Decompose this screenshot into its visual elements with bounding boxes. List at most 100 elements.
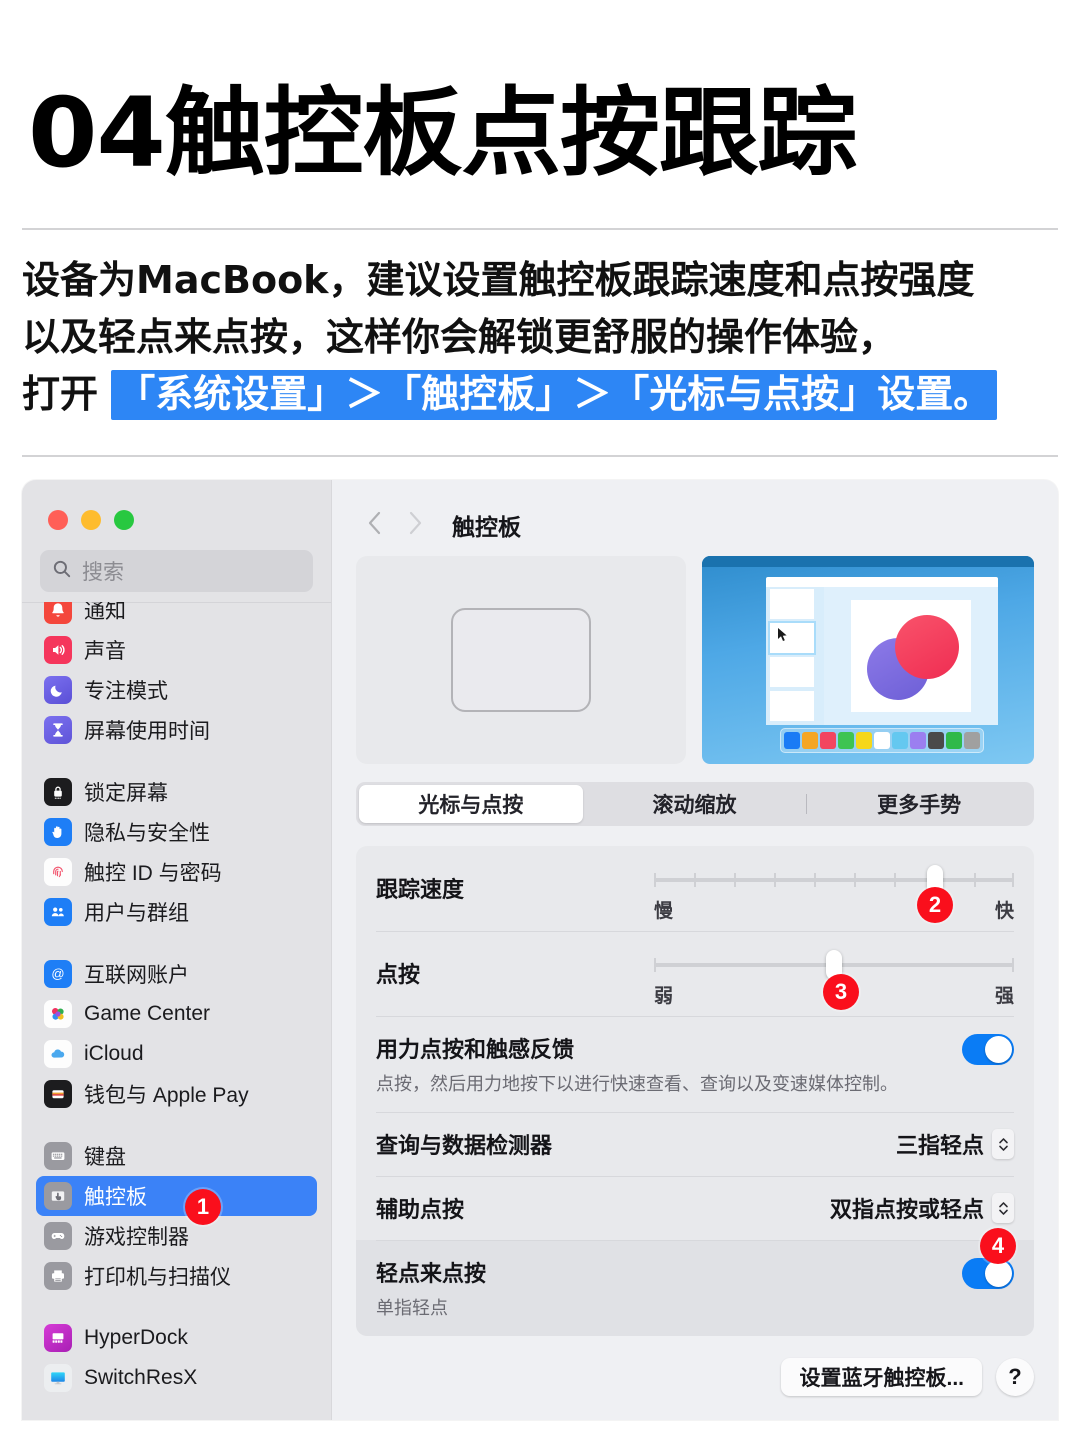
- poster-description: 设备为MacBook，建议设置触控板跟踪速度和点按强度 以及轻点来点按，这样你会…: [22, 252, 1062, 423]
- game-center-icon: [44, 1000, 72, 1028]
- sidebar-item-lock-screen[interactable]: 锁定屏幕: [36, 772, 317, 812]
- chevron-updown-icon: [992, 1129, 1014, 1159]
- setup-bluetooth-trackpad-button[interactable]: 设置蓝牙触控板...: [781, 1358, 982, 1396]
- sidebar-item-label: 打印机与扫描仪: [84, 1266, 231, 1289]
- lookup-value: 三指轻点: [895, 1133, 984, 1158]
- moon-icon: [44, 676, 72, 704]
- sidebar-item-label: 钱包与 Apple Pay: [84, 1084, 249, 1107]
- sidebar-item-privacy-security[interactable]: 隐私与安全性: [36, 812, 317, 852]
- sidebar-item-hyperdock[interactable]: HyperDock: [36, 1318, 317, 1358]
- bell-icon: [44, 602, 72, 624]
- tracking-speed-slider[interactable]: 慢 快: [654, 864, 1014, 923]
- force-click-title: 用力点按和触感反馈: [376, 1037, 575, 1062]
- color-swatch: [820, 732, 836, 749]
- tap-to-click-row: 轻点来点按 单指轻点: [356, 1240, 1034, 1336]
- wallet-icon: [44, 1080, 72, 1108]
- sidebar-item-touch-id[interactable]: 触控 ID 与密码: [36, 852, 317, 892]
- preview-page: [851, 600, 971, 712]
- sidebar-item-label: 互联网账户: [84, 964, 189, 987]
- force-click-row: 用力点按和触感反馈 点按，然后用力地按下以进行快速查看、查询以及变速媒体控制。: [356, 1016, 1034, 1112]
- hourglass-icon: [44, 716, 72, 744]
- sidebar-scroll-area[interactable]: 通知 声音 专注模式 屏幕使用时间 锁定屏幕 隐私与安全性 触控 ID 与密码 …: [22, 602, 331, 1420]
- tab-cursor-and-click[interactable]: 光标与点按: [359, 785, 583, 823]
- chevron-updown-icon: [992, 1193, 1014, 1223]
- color-swatch: [838, 732, 854, 749]
- forward-button[interactable]: [398, 508, 432, 542]
- sidebar-item-icloud[interactable]: iCloud: [36, 1034, 317, 1074]
- poster-line-1-a: 设备为: [22, 258, 137, 302]
- preview-thumb: [770, 657, 814, 687]
- tab-scroll-zoom[interactable]: 滚动缩放: [583, 785, 807, 823]
- lookup-popup-button[interactable]: 三指轻点: [896, 1128, 1014, 1160]
- switchresx-icon: [44, 1364, 72, 1392]
- page-title: 04触控板点按跟踪: [28, 77, 857, 189]
- lookup-title: 查询与数据检测器: [376, 1133, 553, 1158]
- hyperdock-icon: [44, 1324, 72, 1352]
- fingerprint-icon: [44, 858, 72, 886]
- sidebar-item-wallet-apple-pay[interactable]: 钱包与 Apple Pay: [36, 1074, 317, 1114]
- poster-line-3-prefix: 打开: [22, 372, 112, 416]
- window-traffic-lights: [22, 480, 331, 530]
- sidebar-item-label: HyperDock: [84, 1326, 188, 1349]
- preview-row: [356, 556, 1034, 764]
- sidebar-group-4: 键盘 触控板 游戏控制器 打印机与扫描仪: [22, 1136, 331, 1296]
- back-button[interactable]: [358, 508, 392, 542]
- sidebar-item-notifications[interactable]: 通知: [36, 602, 317, 630]
- click-pressure-row: 点按 弱 强: [356, 931, 1034, 1016]
- sidebar-item-label: 键盘: [84, 1146, 126, 1169]
- tap-to-click-texts: 轻点来点按 单指轻点: [376, 1256, 962, 1320]
- sidebar-item-label: Game Center: [84, 1002, 211, 1025]
- users-icon: [44, 898, 72, 926]
- search-input[interactable]: 搜索: [40, 550, 313, 592]
- tracking-speed-label: 跟踪速度: [376, 877, 465, 902]
- lock-screen-icon: [44, 778, 72, 806]
- sidebar-item-game-controllers[interactable]: 游戏控制器: [36, 1216, 317, 1256]
- minimize-button[interactable]: [81, 510, 101, 530]
- slider-max-label: 快: [994, 901, 1014, 922]
- trackpad-icon: [44, 1182, 72, 1210]
- switch-knob: [985, 1260, 1012, 1287]
- sidebar-item-screen-time[interactable]: 屏幕使用时间: [36, 710, 317, 750]
- sidebar-item-users-groups[interactable]: 用户与群组: [36, 892, 317, 932]
- tap-to-click-switch[interactable]: [962, 1258, 1014, 1289]
- secondary-click-popup-button[interactable]: 双指点按或轻点: [830, 1192, 1014, 1224]
- close-button[interactable]: [48, 510, 68, 530]
- sidebar-item-game-center[interactable]: Game Center: [36, 994, 317, 1034]
- poster-line-1-c: ，建议设置触控板跟踪速度和点按强度: [328, 258, 975, 302]
- sidebar-item-switchresx[interactable]: SwitchResX: [36, 1358, 317, 1398]
- printer-icon: [44, 1262, 72, 1290]
- tab-more-gestures[interactable]: 更多手势: [807, 785, 1031, 823]
- at-sign-icon: @: [44, 960, 72, 988]
- sidebar-item-label: 用户与群组: [84, 902, 189, 925]
- color-swatch: [946, 732, 962, 749]
- sidebar-item-trackpad[interactable]: 触控板: [36, 1176, 317, 1216]
- tracking-speed-scale: 慢 快: [654, 896, 1014, 923]
- desktop-preview-illustration: [702, 556, 1034, 764]
- sidebar-item-focus[interactable]: 专注模式: [36, 670, 317, 710]
- footer-actions: 设置蓝牙触控板... ?: [356, 1358, 1034, 1396]
- slider-min-label: 慢: [654, 901, 674, 922]
- zoom-button[interactable]: [114, 510, 134, 530]
- preview-document-window: [766, 577, 998, 725]
- system-settings-window: 搜索 通知 声音 专注模式 屏幕使用时间 锁定屏幕 隐私与安全性 触控 ID 与…: [22, 480, 1058, 1420]
- force-click-subtitle: 点按，然后用力地按下以进行快速查看、查询以及变速媒体控制。: [376, 1074, 898, 1094]
- divider-bottom: [22, 455, 1058, 457]
- sidebar-item-keyboard[interactable]: 键盘: [36, 1136, 317, 1176]
- color-swatch-bar: [780, 728, 984, 753]
- sidebar-item-internet-accounts[interactable]: @ 互联网账户: [36, 954, 317, 994]
- help-button[interactable]: ?: [996, 1358, 1034, 1396]
- chevron-left-icon: [367, 510, 383, 541]
- svg-text:@: @: [51, 966, 64, 981]
- lookup-row: 查询与数据检测器 三指轻点: [356, 1112, 1034, 1176]
- poster-path-highlight: 「系统设置」＞「触控板」＞「光标与点按」设置。: [111, 370, 998, 420]
- tab-label: 光标与点按: [418, 794, 524, 817]
- color-swatch: [928, 732, 944, 749]
- color-swatch: [802, 732, 818, 749]
- search-icon: [52, 559, 72, 584]
- sidebar-item-sound[interactable]: 声音: [36, 630, 317, 670]
- navigation-bar: 触控板: [356, 502, 1034, 548]
- sidebar-item-label: 声音: [84, 640, 126, 663]
- preview-thumb: [770, 589, 814, 619]
- force-click-switch[interactable]: [962, 1034, 1014, 1065]
- sidebar-item-printers-scanners[interactable]: 打印机与扫描仪: [36, 1256, 317, 1296]
